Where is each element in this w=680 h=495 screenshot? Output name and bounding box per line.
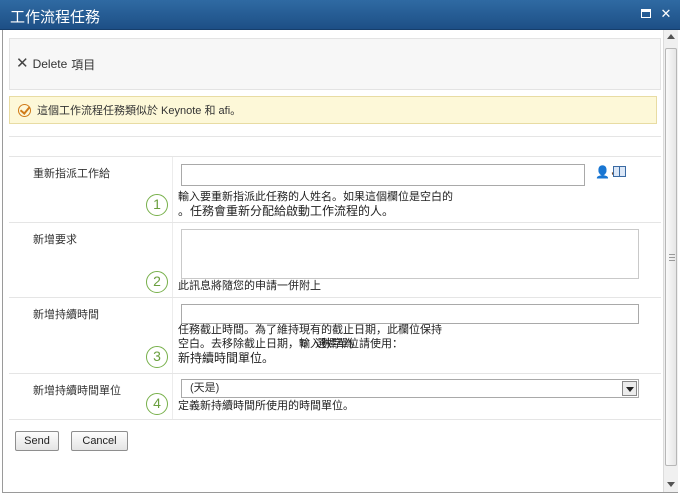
duration-unit-value: (天是) xyxy=(190,382,220,394)
window-titlebar: 工作流程任務 ✕ xyxy=(0,0,680,30)
duration-unit-help: 定義新持續時間所使用的時間單位。 xyxy=(178,400,354,412)
grip-icon xyxy=(669,254,675,261)
reassign-help-line2: 。任務會重新分配給啟動工作流程的人。 xyxy=(178,204,395,218)
step-badge-3: 3 xyxy=(146,346,168,368)
scroll-up-icon[interactable] xyxy=(667,34,675,39)
maximize-button[interactable] xyxy=(638,6,654,22)
duration-help-line3: 新持續時間單位。 xyxy=(178,351,275,365)
duration-row: 新增持續時間 3 任務截止時間。為了維持現有的截止日期，此欄位保持 空白。去移除… xyxy=(9,298,661,374)
window-title: 工作流程任務 xyxy=(10,8,101,26)
duration-help-line1: 任務截止時間。為了維持現有的截止日期，此欄位保持 xyxy=(178,324,442,336)
new-request-textarea[interactable] xyxy=(181,229,639,279)
vertical-scrollbar[interactable] xyxy=(663,30,678,492)
reassign-input[interactable] xyxy=(181,164,585,186)
browse-address-book-icon[interactable] xyxy=(613,166,626,177)
delete-icon: ✕ xyxy=(16,55,29,72)
notice-bar: 這個工作流程任務類似於 Keynote 和 afi。 xyxy=(9,96,657,124)
duration-unit-label: 新增持續時間單位 xyxy=(33,385,121,397)
duration-help-line2c: 選擇單位請使用： xyxy=(315,338,403,350)
task-check-icon xyxy=(18,103,31,117)
row-divider xyxy=(172,374,173,419)
step-badge-2: 2 xyxy=(146,271,168,293)
item-label: 項目 xyxy=(71,57,96,72)
row-divider xyxy=(172,298,173,373)
dialog-body: ✕ Delete 項目 這個工作流程任務類似於 Keynote 和 afi。 重… xyxy=(2,30,678,493)
reassign-help-line1: 輸入要重新指派此任務的人姓名。如果這個欄位是空白的 xyxy=(178,191,453,203)
row-divider xyxy=(172,157,173,222)
new-request-help: 此訊息將隨您的申請一併附上 xyxy=(178,280,321,292)
new-request-label: 新增要求 xyxy=(33,234,77,246)
send-button[interactable]: Send xyxy=(15,431,59,451)
close-button[interactable]: ✕ xyxy=(658,6,674,22)
duration-unit-row: 新增持續時間單位 (天是) 4 定義新持續時間所使用的時間單位。 xyxy=(9,374,661,420)
duration-unit-select[interactable]: (天是) xyxy=(181,379,639,398)
duration-help-zero: '0' xyxy=(299,338,310,350)
task-form: 重新指派工作給 👤✓ 1 輸入要重新指派此任務的人姓名。如果這個欄位是空白的 。… xyxy=(9,136,661,420)
chevron-down-icon[interactable] xyxy=(622,381,637,396)
reassign-row: 重新指派工作給 👤✓ 1 輸入要重新指派此任務的人姓名。如果這個欄位是空白的 。… xyxy=(9,157,661,223)
form-buttons: Send Cancel xyxy=(15,431,128,451)
content-area: ✕ Delete 項目 這個工作流程任務類似於 Keynote 和 afi。 重… xyxy=(9,38,661,486)
duration-input[interactable] xyxy=(181,304,639,324)
delete-label: Delete xyxy=(32,57,68,71)
scroll-down-icon[interactable] xyxy=(667,482,675,487)
step-badge-4: 4 xyxy=(146,393,168,415)
row-divider xyxy=(172,223,173,297)
new-request-row: 新增要求 2 此訊息將隨您的申請一併附上 xyxy=(9,223,661,298)
scroll-thumb[interactable] xyxy=(665,48,677,466)
step-badge-1: 1 xyxy=(146,194,168,216)
delete-item-button[interactable]: ✕ Delete 項目 xyxy=(16,55,95,73)
ribbon-toolbar: ✕ Delete 項目 xyxy=(9,38,661,90)
duration-label: 新增持續時間 xyxy=(33,309,99,321)
cancel-button[interactable]: Cancel xyxy=(71,431,128,451)
form-header-row xyxy=(9,137,661,157)
reassign-label: 重新指派工作給 xyxy=(33,168,110,180)
notice-text: 這個工作流程任務類似於 Keynote 和 afi。 xyxy=(37,105,242,117)
maximize-icon xyxy=(641,9,651,18)
